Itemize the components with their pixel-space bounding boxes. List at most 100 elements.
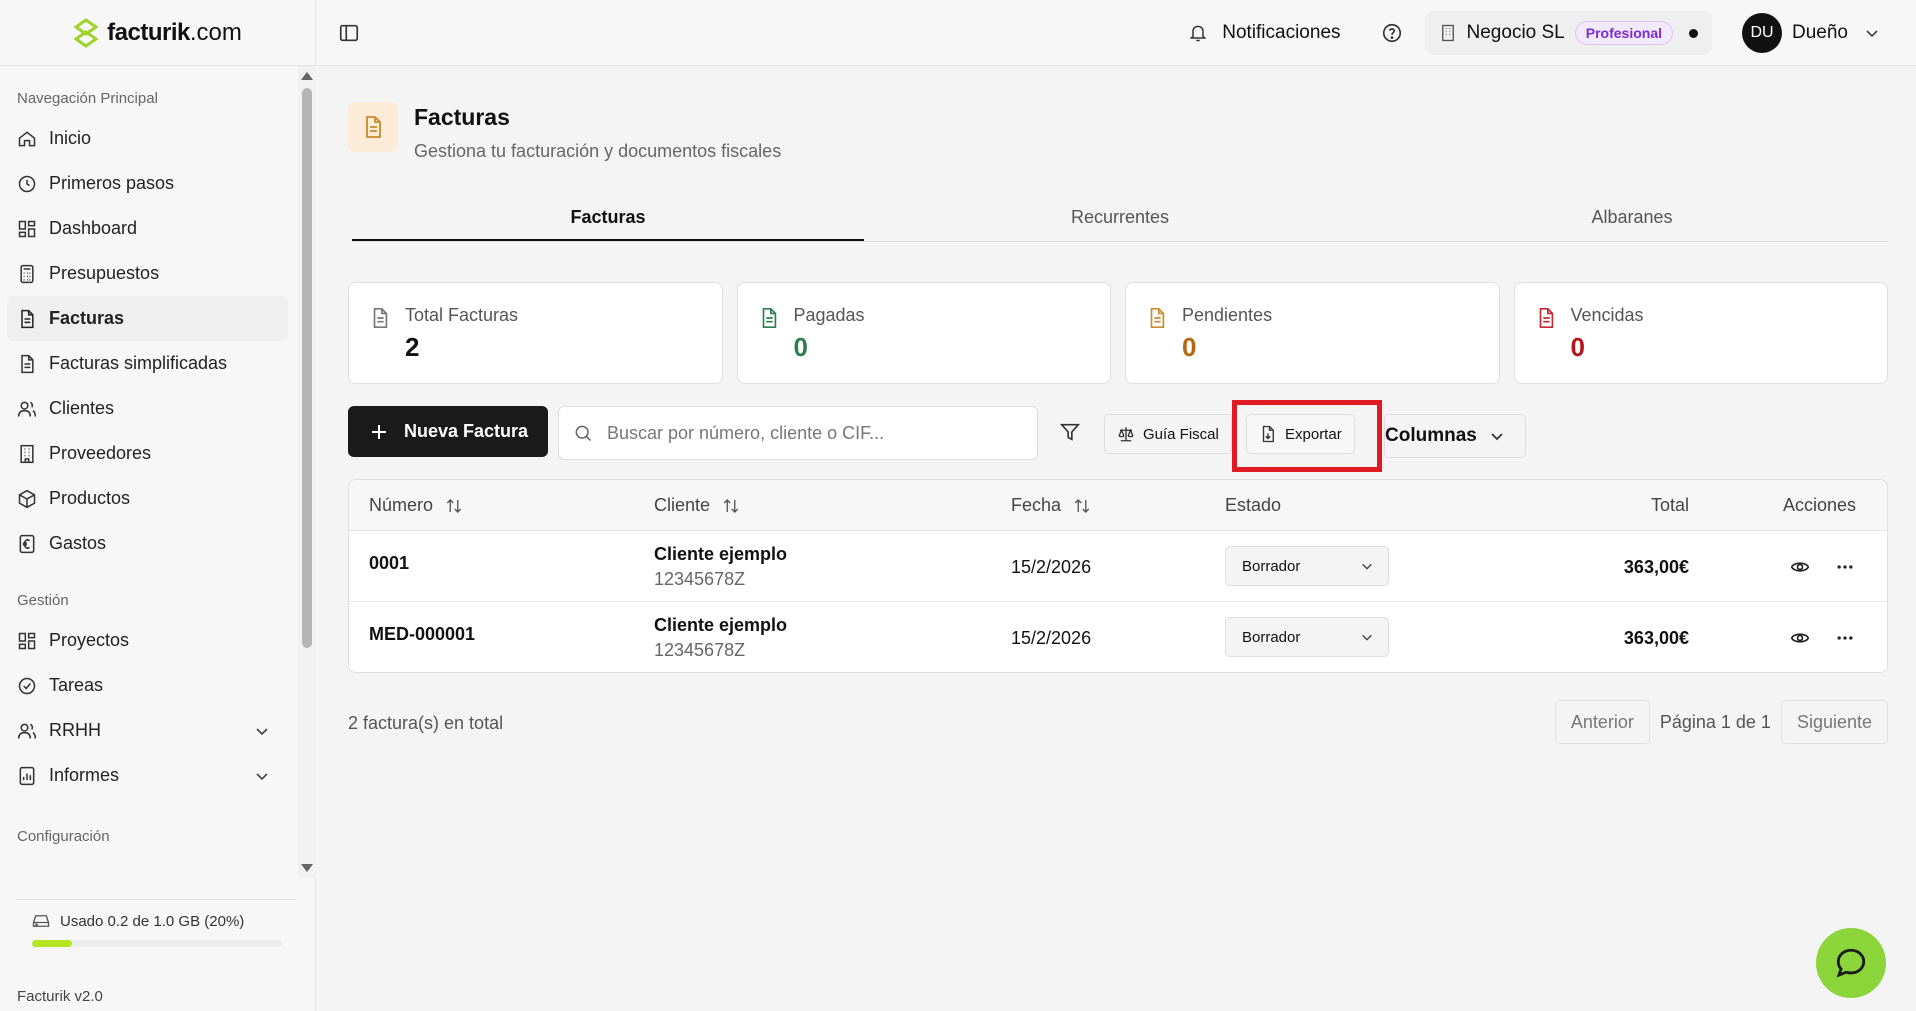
sidebar-item-gastos[interactable]: Gastos xyxy=(7,521,288,566)
sort-icon[interactable] xyxy=(1073,497,1091,515)
search-icon xyxy=(575,425,592,442)
clock-icon xyxy=(18,175,36,192)
scroll-down-arrow-icon[interactable] xyxy=(301,864,313,872)
chevron-down-icon xyxy=(1491,433,1503,441)
scroll-thumb[interactable] xyxy=(302,88,312,648)
column-header-state: Estado xyxy=(1225,495,1282,515)
calculator-icon xyxy=(20,264,34,283)
invoices-table: Número Cliente Fecha Estado Total Accion… xyxy=(348,479,1888,673)
user-menu[interactable]: DU Dueño xyxy=(1730,13,1880,53)
sidebar-item-primeros-pasos[interactable]: Primeros pasos xyxy=(7,161,288,206)
new-invoice-button[interactable]: Nueva Factura xyxy=(348,406,548,457)
scroll-up-arrow-icon[interactable] xyxy=(301,72,313,80)
home-icon xyxy=(18,130,36,146)
invoice-number[interactable]: 0001 xyxy=(369,553,409,574)
storage-usage: Usado 0.2 de 1.0 GB (20%) xyxy=(16,899,296,947)
chevron-down-icon xyxy=(1362,563,1372,570)
sidebar-item-proveedores[interactable]: Proveedores xyxy=(7,431,288,476)
state-select[interactable]: Borrador xyxy=(1225,546,1389,586)
prev-page-button[interactable]: Anterior xyxy=(1554,700,1650,744)
sidebar-item-label: Dashboard xyxy=(49,218,138,238)
business-selector[interactable]: Negocio SL Profesional xyxy=(1424,11,1712,55)
dashboard-icon xyxy=(18,632,36,649)
logo[interactable]: facturik.com xyxy=(0,0,315,66)
table-row[interactable]: MED-000001 Cliente ejemplo 12345678Z 15/… xyxy=(349,601,1887,672)
columns-button[interactable]: Columnas xyxy=(1384,414,1526,458)
page-header: Facturas Gestiona tu facturación y docum… xyxy=(348,102,781,162)
tab-facturas[interactable]: Facturas xyxy=(352,200,864,241)
header-label: Fecha xyxy=(1011,495,1062,515)
invoice-icon xyxy=(21,309,34,328)
filter-icon[interactable] xyxy=(1059,421,1081,443)
tabs: Facturas Recurrentes Albaranes xyxy=(352,200,1888,242)
stat-value: 0 xyxy=(1182,332,1197,362)
invoice-number[interactable]: MED-000001 xyxy=(369,624,475,645)
sidebar-item-facturas-simplificadas[interactable]: Facturas simplificadas xyxy=(7,341,288,386)
sidebar-item-productos[interactable]: Productos xyxy=(7,476,288,521)
next-page-button[interactable]: Siguiente xyxy=(1780,700,1888,744)
more-options-icon[interactable] xyxy=(1835,557,1855,577)
chat-button[interactable] xyxy=(1816,928,1886,998)
sidebar-item-clientes[interactable]: Clientes xyxy=(7,386,288,431)
stat-card-pagadas: Pagadas 0 xyxy=(736,282,1111,384)
invoice-count: 2 factura(s) en total xyxy=(348,713,504,733)
search-input[interactable] xyxy=(607,422,1007,444)
highlight-box xyxy=(1232,400,1382,472)
sidebar-item-informes[interactable]: Informes xyxy=(7,753,288,798)
sort-icon[interactable] xyxy=(722,497,740,515)
usage-bar xyxy=(32,940,282,947)
chevron-down-icon[interactable] xyxy=(254,723,270,739)
sidebar-section-main: Navegación Principal xyxy=(17,89,158,107)
column-header-date[interactable]: Fecha xyxy=(1011,495,1091,516)
box-icon xyxy=(18,489,36,508)
state-value: Borrador xyxy=(1242,557,1301,575)
logo-tld: .com xyxy=(189,18,242,46)
sidebar-item-label: RRHH xyxy=(49,720,101,740)
sidebar-item-facturas[interactable]: Facturas xyxy=(7,296,288,341)
business-name: Negocio SL xyxy=(1466,22,1565,43)
column-header-actions: Acciones xyxy=(1783,495,1857,515)
client-name: Cliente ejemplo xyxy=(654,615,788,635)
tab-recurrentes[interactable]: Recurrentes xyxy=(864,200,1376,241)
status-dot xyxy=(1689,28,1698,38)
invoice-icon xyxy=(373,308,388,328)
sidebar-item-inicio[interactable]: Inicio xyxy=(7,116,288,161)
sidebar-scrollbar[interactable] xyxy=(298,66,316,878)
plan-badge: Profesional xyxy=(1574,21,1673,45)
notifications-button[interactable]: Notificaciones xyxy=(1188,22,1341,44)
column-header-number[interactable]: Número xyxy=(369,495,463,516)
page-title: Facturas xyxy=(414,104,510,130)
sidebar-item-rrhh[interactable]: RRHH xyxy=(7,708,288,753)
view-eye-icon[interactable] xyxy=(1790,557,1810,577)
stat-card-total: Total Facturas 2 xyxy=(348,282,723,384)
table-row[interactable]: 0001 Cliente ejemplo 12345678Z 15/2/2026… xyxy=(349,530,1887,601)
search-box[interactable] xyxy=(558,406,1038,460)
chevron-down-icon[interactable] xyxy=(254,768,270,784)
fiscal-guide-button[interactable]: Guía Fiscal xyxy=(1104,414,1232,454)
help-icon[interactable] xyxy=(1381,22,1403,44)
usage-text: Usado 0.2 de 1.0 GB (20%) xyxy=(60,912,245,930)
sidebar-item-proyectos[interactable]: Proyectos xyxy=(7,618,288,663)
building-icon xyxy=(1441,24,1454,42)
sidebar-item-label: Proveedores xyxy=(49,443,152,463)
sidebar-item-label: Facturas xyxy=(49,308,125,328)
invoice-icon xyxy=(348,102,398,152)
view-eye-icon[interactable] xyxy=(1790,628,1810,648)
more-options-icon[interactable] xyxy=(1835,628,1855,648)
chevron-down-icon xyxy=(1866,30,1878,38)
sidebar-item-tareas[interactable]: Tareas xyxy=(7,663,288,708)
state-select[interactable]: Borrador xyxy=(1225,617,1389,657)
sidebar-toggle-icon[interactable] xyxy=(338,22,360,44)
column-header-client[interactable]: Cliente xyxy=(654,495,740,516)
user-role: Dueño xyxy=(1792,22,1848,43)
sidebar-item-presupuestos[interactable]: Presupuestos xyxy=(7,251,288,296)
toolbar: Nueva Factura Guía Fiscal Exportar Colum… xyxy=(348,400,1888,472)
sidebar-item-label: Inicio xyxy=(49,128,92,148)
stat-value: 0 xyxy=(1570,332,1585,362)
sort-icon[interactable] xyxy=(445,497,463,515)
sidebar-nav: Navegación Principal Inicio Primeros pas… xyxy=(0,66,298,878)
sidebar-item-dashboard[interactable]: Dashboard xyxy=(7,206,288,251)
stat-value: 2 xyxy=(405,332,420,362)
invoice-total: 363,00€ xyxy=(1623,557,1689,577)
tab-albaranes[interactable]: Albaranes xyxy=(1376,200,1888,241)
